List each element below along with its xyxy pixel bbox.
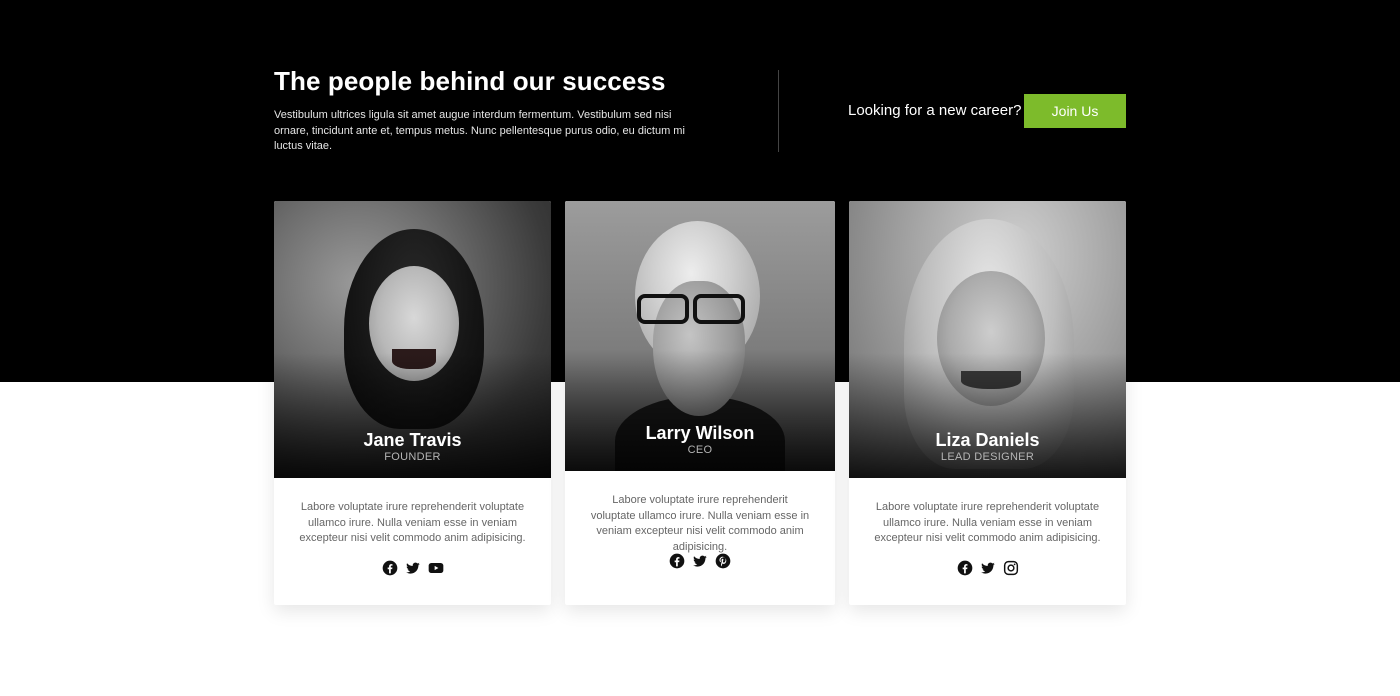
facebook-icon[interactable]: [669, 553, 685, 569]
team-photo: Liza Daniels LEAD DESIGNER: [849, 201, 1126, 478]
hero-description: Vestibulum ultrices ligula sit amet augu…: [274, 109, 685, 152]
facebook-icon[interactable]: [382, 560, 398, 576]
twitter-icon[interactable]: [980, 560, 996, 576]
social-links: [565, 553, 835, 569]
team-card-liza-daniels: Liza Daniels LEAD DESIGNER Labore volupt…: [849, 201, 1126, 605]
team-card-jane-travis: Jane Travis FOUNDER Labore voluptate iru…: [274, 201, 551, 605]
team-card-larry-wilson: Larry Wilson CEO Labore voluptate irure …: [565, 201, 835, 605]
team-photo: Jane Travis FOUNDER: [274, 201, 551, 478]
pinterest-icon[interactable]: [715, 553, 731, 569]
social-links: [274, 560, 551, 576]
team-member-bio: Labore voluptate irure reprehenderit vol…: [299, 501, 526, 544]
team-member-role: FOUNDER: [384, 451, 441, 463]
team-member-name: Jane Travis: [363, 430, 462, 450]
team-member-role: CEO: [687, 444, 713, 456]
twitter-icon[interactable]: [405, 560, 421, 576]
team-member-name: Liza Daniels: [935, 430, 1040, 450]
team-photo: Larry Wilson CEO: [565, 201, 835, 471]
hero-intro: The people behind our success Vestibulum…: [274, 66, 694, 155]
youtube-icon[interactable]: [428, 560, 444, 576]
hero-divider: [778, 70, 779, 152]
instagram-icon[interactable]: [1003, 560, 1019, 576]
facebook-icon[interactable]: [957, 560, 973, 576]
team-member-name: Larry Wilson: [645, 423, 755, 443]
team-member-bio: Labore voluptate irure reprehenderit vol…: [590, 494, 810, 553]
career-prompt: Looking for a new career?: [848, 102, 1022, 119]
twitter-icon[interactable]: [692, 553, 708, 569]
team-member-bio: Labore voluptate irure reprehenderit vol…: [874, 501, 1101, 544]
social-links: [849, 560, 1126, 576]
page-title: The people behind our success: [274, 66, 666, 96]
team-member-role: LEAD DESIGNER: [940, 451, 1035, 463]
join-us-button[interactable]: Join Us: [1024, 94, 1126, 128]
